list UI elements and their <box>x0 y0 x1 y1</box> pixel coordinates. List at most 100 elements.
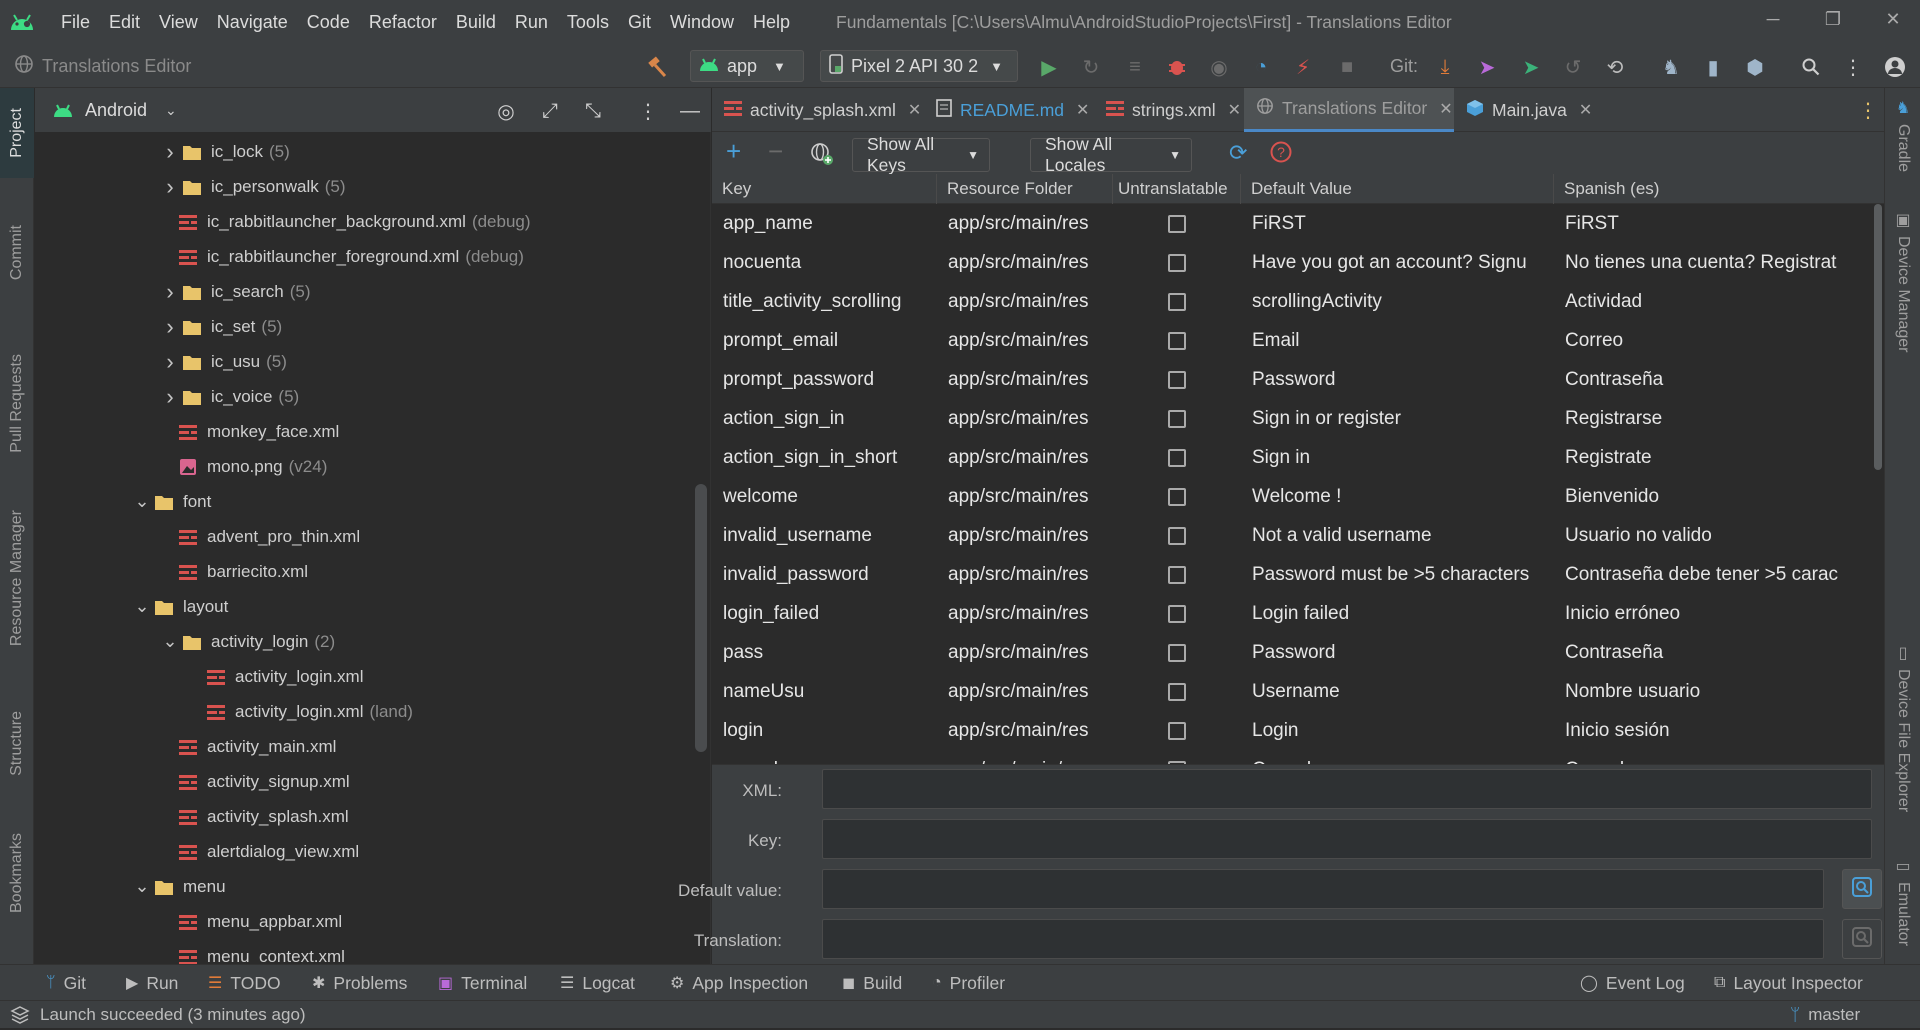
cell-resource-folder[interactable]: app/src/main/res <box>937 477 1113 516</box>
tool-tab-commit[interactable]: Commit <box>0 198 34 308</box>
cell-key[interactable]: welcome <box>712 477 937 516</box>
key-field[interactable] <box>822 819 1872 859</box>
tree-item[interactable]: › ic_personwalk (5) <box>159 169 345 204</box>
chevron-right-icon[interactable]: › <box>159 174 181 200</box>
run-config-select[interactable]: app ▼ <box>690 50 804 82</box>
tree-item[interactable]: advent_pro_thin.xml <box>177 519 360 554</box>
cell-spanish[interactable]: Contraseña debe tener >5 carac <box>1554 555 1872 594</box>
cell-resource-folder[interactable]: app/src/main/res <box>937 243 1113 282</box>
cell-default-value[interactable]: Password <box>1241 633 1554 672</box>
tree-item[interactable]: activity_login.xml (land) <box>205 694 413 729</box>
cell-spanish[interactable]: Nombre usuario <box>1554 672 1872 711</box>
tree-item[interactable]: activity_splash.xml <box>177 799 349 834</box>
bottom-tab-run[interactable]: ▶ Run <box>126 965 178 1001</box>
cell-spanish[interactable]: No tienes una cuenta? Registrat <box>1554 243 1872 282</box>
menu-tools[interactable]: Tools <box>558 0 619 44</box>
bottom-tab-todo[interactable]: ☰ TODO <box>208 965 281 1001</box>
column-untranslatable[interactable]: Untranslatable <box>1113 174 1241 204</box>
tree-item[interactable]: ⌄ activity_login (2) <box>159 624 335 659</box>
tree-scrollbar[interactable] <box>695 484 707 752</box>
tree-item[interactable]: menu_appbar.xml <box>177 904 342 939</box>
close-window-button[interactable]: ✕ <box>1865 0 1920 38</box>
cell-spanish[interactable]: FiRST <box>1554 204 1872 243</box>
chevron-right-icon[interactable]: › <box>159 349 181 375</box>
cell-resource-folder[interactable]: app/src/main/res <box>937 438 1113 477</box>
tree-item[interactable]: › ic_usu (5) <box>159 344 287 379</box>
cell-resource-folder[interactable]: app/src/main/res <box>937 204 1113 243</box>
tree-item[interactable]: activity_signup.xml <box>177 764 350 799</box>
cell-resource-folder[interactable]: app/src/main/res <box>937 555 1113 594</box>
tab-activity-splash[interactable]: activity_splash.xml ✕ <box>712 88 924 132</box>
remove-key-icon[interactable]: − <box>768 136 783 167</box>
layers-icon[interactable] <box>10 1005 30 1030</box>
table-row[interactable]: login app/src/main/res Login Inicio sesión <box>712 711 1872 750</box>
cell-key[interactable]: prompt_email <box>712 321 937 360</box>
close-tab-icon[interactable]: ✕ <box>1579 100 1592 120</box>
tool-tab-resource-manager[interactable]: Resource Manager <box>0 488 34 668</box>
more-tabs-icon[interactable]: ⋮ <box>1858 98 1878 123</box>
tree-item[interactable]: › ic_search (5) <box>159 274 310 309</box>
table-row[interactable]: prompt_email app/src/main/res Email Correo <box>712 321 1872 360</box>
tab-strings[interactable]: strings.xml ✕ <box>1094 88 1244 132</box>
cell-resource-folder[interactable]: app/src/main/res <box>937 633 1113 672</box>
cell-key[interactable]: prompt_password <box>712 360 937 399</box>
debug-icon[interactable] <box>1164 54 1190 80</box>
tool-tab-structure[interactable]: Structure <box>0 688 34 798</box>
cell-resource-folder[interactable]: app/src/main/res <box>937 399 1113 438</box>
cell-default-value[interactable]: Have you got an account? Signu <box>1241 243 1554 282</box>
profile-icon[interactable]: ◔ <box>1248 54 1274 80</box>
chevron-right-icon[interactable]: › <box>159 279 181 305</box>
menu-file[interactable]: File <box>52 0 100 44</box>
restore-button[interactable]: ❐ <box>1805 0 1861 38</box>
cell-default-value[interactable]: Login failed <box>1241 594 1554 633</box>
cell-key[interactable]: nameUsu <box>712 672 937 711</box>
table-row[interactable]: title_activity_scrolling app/src/main/res… <box>712 282 1872 321</box>
default-value-field[interactable] <box>822 869 1824 909</box>
close-tab-icon[interactable]: ✕ <box>1228 100 1241 120</box>
chevron-down-icon[interactable]: ⌄ <box>131 876 153 897</box>
tree-item[interactable]: › ic_set (5) <box>159 309 282 344</box>
cell-key[interactable]: pass <box>712 633 937 672</box>
table-scrollbar[interactable] <box>1872 204 1884 764</box>
untranslatable-checkbox[interactable] <box>1168 722 1186 740</box>
cell-default-value[interactable]: Username <box>1241 672 1554 711</box>
cell-resource-folder[interactable]: app/src/main/res <box>937 282 1113 321</box>
cell-spanish[interactable]: Contraseña <box>1554 360 1872 399</box>
untranslatable-checkbox[interactable] <box>1168 371 1186 389</box>
cell-resource-folder[interactable]: app/src/main/res <box>937 360 1113 399</box>
cell-key[interactable]: login <box>712 711 937 750</box>
tree-item[interactable]: activity_main.xml <box>177 729 336 764</box>
cell-key[interactable]: login_failed <box>712 594 937 633</box>
add-locale-icon[interactable] <box>810 142 834 171</box>
account-icon[interactable] <box>1882 54 1908 80</box>
chevron-right-icon[interactable]: › <box>159 139 181 165</box>
menu-refactor[interactable]: Refactor <box>360 0 447 44</box>
tree-item[interactable]: ⌄ layout <box>131 589 228 624</box>
cell-spanish[interactable]: Registrarse <box>1554 399 1872 438</box>
cell-resource-folder[interactable]: app/src/main/res <box>937 321 1113 360</box>
menu-view[interactable]: View <box>150 0 208 44</box>
table-row[interactable]: login_failed app/src/main/res Login failed… <box>712 594 1872 633</box>
project-view-select[interactable]: Android <box>85 100 147 121</box>
untranslatable-checkbox[interactable] <box>1168 254 1186 272</box>
tree-item[interactable]: monkey_face.xml <box>177 414 339 449</box>
tree-item[interactable]: ic_rabbitlauncher_background.xml (debug) <box>177 204 531 239</box>
bottom-tab-terminal[interactable]: ▣ Terminal <box>438 965 527 1001</box>
attach-debugger-icon[interactable]: ⚡ <box>1290 54 1316 80</box>
chevron-down-icon[interactable]: ⌄ <box>131 596 153 617</box>
tree-item[interactable]: menu_context.xml <box>177 939 345 964</box>
tree-item[interactable]: mono.png (v24) <box>177 449 327 484</box>
cell-spanish[interactable]: Correo <box>1554 321 1872 360</box>
tool-tab-gradle[interactable]: ♞ Gradle <box>1885 98 1920 172</box>
menu-navigate[interactable]: Navigate <box>208 0 298 44</box>
add-key-icon[interactable]: + <box>726 136 741 167</box>
tool-tab-bookmarks[interactable]: Bookmarks <box>0 818 34 928</box>
bottom-tab-build[interactable]: ◼ Build <box>842 965 902 1001</box>
scrollbar-thumb[interactable] <box>1874 204 1882 470</box>
table-row[interactable]: nocuenta app/src/main/res Have you got an … <box>712 243 1872 282</box>
cell-spanish[interactable]: Bienvenido <box>1554 477 1872 516</box>
cell-spanish[interactable]: Registrate <box>1554 438 1872 477</box>
table-row[interactable]: app_name app/src/main/res FiRST FiRST <box>712 204 1872 243</box>
cell-key[interactable]: nocuenta <box>712 243 937 282</box>
stop-icon[interactable]: ■ <box>1334 54 1360 80</box>
